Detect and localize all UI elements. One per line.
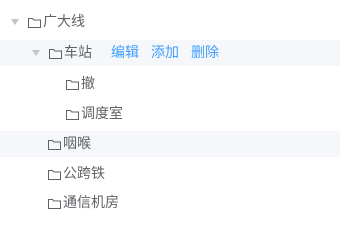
tree-node-label: 撤 (81, 76, 95, 92)
tree-node-child[interactable]: 调度室 (0, 101, 340, 127)
folder-icon (66, 109, 79, 120)
tree-node-label: 调度室 (81, 106, 123, 122)
tree-node-label: 车站 (64, 45, 92, 61)
tree-node-child[interactable]: 撤 (0, 71, 340, 97)
tree-node-label: 广大线 (43, 14, 85, 30)
tree-view: 广大线 车站 编辑 添加 删除 撤 调度室 咽喉 公跨铁 通信机房 (0, 0, 340, 244)
tree-node-station[interactable]: 车站 编辑 添加 删除 (0, 40, 340, 66)
caret-down-icon[interactable] (11, 19, 19, 25)
add-button[interactable]: 添加 (151, 40, 179, 66)
folder-icon (48, 169, 61, 180)
folder-icon (28, 17, 41, 28)
tree-node-label: 公跨铁 (63, 166, 105, 182)
caret-down-icon[interactable] (32, 50, 40, 56)
folder-icon (49, 48, 62, 59)
tree-node-label: 通信机房 (63, 195, 119, 211)
edit-button[interactable]: 编辑 (111, 40, 139, 66)
folder-icon (66, 79, 79, 90)
folder-icon (48, 139, 61, 150)
node-actions: 编辑 添加 删除 (111, 40, 231, 66)
delete-button[interactable]: 删除 (191, 40, 219, 66)
tree-node-label: 咽喉 (63, 136, 91, 152)
tree-node-sibling[interactable]: 通信机房 (0, 190, 340, 216)
tree-node-sibling[interactable]: 公跨铁 (0, 161, 340, 187)
folder-icon (48, 198, 61, 209)
tree-node-root[interactable]: 广大线 (0, 9, 340, 35)
tree-node-sibling[interactable]: 咽喉 (0, 131, 340, 157)
